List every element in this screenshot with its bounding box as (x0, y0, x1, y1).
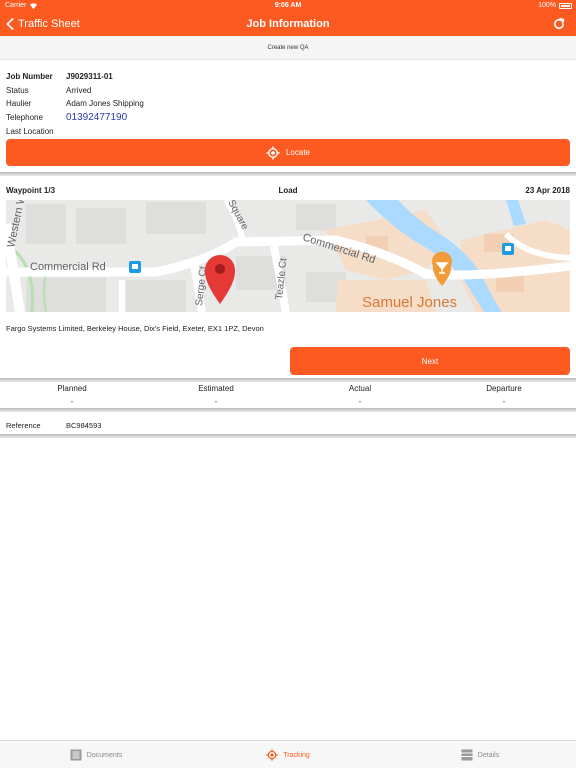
section-divider (0, 172, 576, 176)
job-number-label: Job Number (6, 72, 53, 81)
header: Carrier 9:06 AM 100% Traffic Sheet Job I… (0, 0, 576, 36)
haulier-row: Haulier Adam Jones Shipping (6, 97, 566, 111)
planned-column: Planned - (0, 383, 144, 408)
tab-details[interactable]: Details (384, 741, 576, 768)
nav-bar: Traffic Sheet Job Information (0, 12, 576, 36)
crosshair-icon (266, 146, 280, 159)
planned-value: - (70, 397, 74, 406)
status-row: Status Arrived (6, 84, 566, 98)
waypoint-date: 23 Apr 2018 (525, 186, 570, 195)
telephone-link[interactable]: 01392477190 (66, 111, 127, 125)
haulier-value: Adam Jones Shipping (66, 99, 144, 109)
map-label-commercial-rd-left: Commercial Rd (30, 261, 106, 273)
actual-value: - (358, 397, 362, 406)
page-title: Job Information (246, 18, 330, 30)
tab-documents[interactable]: Documents (0, 741, 192, 768)
next-button[interactable]: Next (290, 347, 570, 375)
telephone-row: Telephone 01392477190 (6, 111, 566, 125)
last-location-row: Last Location (6, 125, 566, 139)
refresh-icon[interactable] (552, 17, 566, 31)
reference-row: Reference BC984593 (6, 420, 566, 432)
next-button-label: Next (421, 356, 439, 366)
status-label: Status (6, 85, 29, 95)
bus-stop-icon (129, 261, 141, 273)
reference-label: Reference (6, 421, 41, 430)
estimated-value: - (214, 397, 218, 406)
status-bar: Carrier 9:06 AM 100% (0, 0, 576, 12)
create-qa-button[interactable]: Create new QA (0, 36, 576, 60)
actual-column: Actual - (288, 383, 432, 408)
back-button[interactable]: Traffic Sheet (6, 14, 80, 34)
last-location-label: Last Location (6, 126, 54, 136)
departure-column: Departure - (432, 383, 576, 408)
reference-value: BC984593 (66, 421, 102, 430)
section-divider (0, 408, 576, 412)
section-divider (0, 434, 576, 438)
tab-bar: Documents Tracking Details (0, 740, 576, 768)
telephone-label: Telephone (6, 113, 43, 123)
battery-percent: 100% (538, 2, 556, 9)
map-label-samuel-jones: Samuel Jones (362, 294, 457, 311)
chevron-left-icon (6, 18, 14, 30)
tab-documents-label: Documents (86, 751, 123, 759)
status-time: 9:06 AM (274, 2, 302, 9)
tab-tracking[interactable]: Tracking (192, 741, 384, 768)
waypoint-type: Load (278, 186, 298, 195)
crosshair-icon (266, 749, 278, 761)
tab-details-label: Details (477, 751, 500, 759)
departure-label: Departure (486, 384, 522, 393)
battery-icon (559, 3, 572, 9)
times-row: Planned - Estimated - Actual - Departure… (0, 383, 576, 409)
actual-label: Actual (348, 384, 372, 393)
planned-label: Planned (57, 384, 87, 393)
locate-button-label: Locate (285, 148, 311, 157)
section-divider (0, 378, 576, 382)
locate-button[interactable]: Locate (6, 139, 570, 166)
departure-value: - (502, 397, 506, 406)
waypoint-map[interactable]: Western Way Commercial Rd Commercial Rd … (6, 200, 570, 312)
waypoint-address: Fargo Systems Limited, Berkeley House, D… (6, 324, 264, 333)
estimated-column: Estimated - (144, 383, 288, 408)
details-icon (461, 749, 473, 761)
job-info: Job Number J9029311-01 Status Arrived Ha… (6, 70, 566, 138)
tab-tracking-label: Tracking (283, 751, 310, 759)
back-button-label: Traffic Sheet (18, 18, 80, 30)
status-value: Arrived (66, 85, 92, 95)
job-number-row: Job Number J9029311-01 (6, 70, 566, 84)
document-list-icon (70, 749, 82, 761)
job-number-value: J9029311-01 (66, 72, 113, 81)
waypoint-header: Waypoint 1/3 Load 23 Apr 2018 (6, 186, 570, 198)
haulier-label: Haulier (6, 99, 32, 109)
estimated-label: Estimated (198, 384, 234, 393)
bus-stop-icon (502, 243, 514, 255)
